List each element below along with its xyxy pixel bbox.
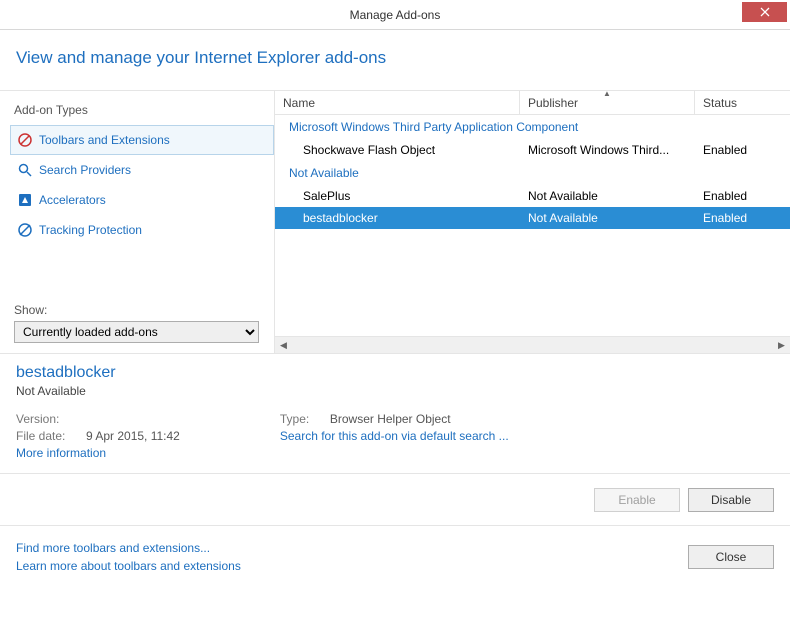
header-banner: View and manage your Internet Explorer a…: [0, 30, 790, 91]
list-body: Microsoft Windows Third Party Applicatio…: [275, 115, 790, 336]
details-name: bestadblocker: [16, 364, 774, 382]
details-left-col: Version: File date:9 Apr 2015, 11:42 Mor…: [16, 412, 180, 460]
filedate-label: File date:: [16, 429, 86, 443]
search-addon-link[interactable]: Search for this add-on via default searc…: [280, 429, 509, 443]
sidebar: Add-on Types Toolbars and Extensions Sea…: [0, 91, 275, 353]
accelerator-icon: [17, 192, 33, 208]
close-button[interactable]: Close: [688, 545, 774, 569]
type-value: Browser Helper Object: [330, 412, 451, 426]
type-label: Type:: [280, 412, 330, 426]
list-item[interactable]: bestadblocker Not Available Enabled: [275, 207, 790, 229]
details-panel: bestadblocker Not Available Version: Fil…: [0, 353, 790, 473]
details-right-col: Type:Browser Helper Object Search for th…: [280, 412, 509, 460]
footer: Find more toolbars and extensions... Lea…: [0, 525, 790, 587]
show-dropdown[interactable]: Currently loaded add-ons: [14, 321, 259, 343]
sort-up-icon: ▲: [603, 89, 611, 98]
sidebar-item-tracking[interactable]: Tracking Protection: [10, 215, 274, 245]
sidebar-item-search[interactable]: Search Providers: [10, 155, 274, 185]
group-header[interactable]: Not Available: [275, 161, 790, 185]
column-publisher[interactable]: Publisher ▲: [520, 91, 695, 114]
addon-list: Name Publisher ▲ Status Microsoft Window…: [275, 91, 790, 353]
list-item[interactable]: Shockwave Flash Object Microsoft Windows…: [275, 139, 790, 161]
scroll-left-icon[interactable]: ◀: [275, 337, 292, 354]
sidebar-item-toolbars[interactable]: Toolbars and Extensions: [10, 125, 274, 155]
sidebar-title: Add-on Types: [10, 99, 274, 125]
sidebar-item-label: Tracking Protection: [39, 223, 142, 237]
sidebar-item-label: Accelerators: [39, 193, 106, 207]
sidebar-item-label: Search Providers: [39, 163, 131, 177]
titlebar: Manage Add-ons: [0, 0, 790, 30]
details-publisher: Not Available: [16, 384, 774, 398]
find-more-link[interactable]: Find more toolbars and extensions...: [16, 541, 241, 555]
list-header: Name Publisher ▲ Status: [275, 91, 790, 115]
scroll-right-icon[interactable]: ▶: [773, 337, 790, 354]
horizontal-scrollbar[interactable]: ◀ ▶: [275, 336, 790, 353]
group-header[interactable]: Microsoft Windows Third Party Applicatio…: [275, 115, 790, 139]
sidebar-item-accelerators[interactable]: Accelerators: [10, 185, 274, 215]
learn-more-link[interactable]: Learn more about toolbars and extensions: [16, 559, 241, 573]
list-item[interactable]: SalePlus Not Available Enabled: [275, 185, 790, 207]
search-icon: [17, 162, 33, 178]
tracking-protection-icon: [17, 222, 33, 238]
sidebar-item-label: Toolbars and Extensions: [39, 133, 170, 147]
window-title: Manage Add-ons: [0, 8, 790, 22]
toolbars-icon: [17, 132, 33, 148]
column-name[interactable]: Name: [275, 91, 520, 114]
disable-button[interactable]: Disable: [688, 488, 774, 512]
column-status[interactable]: Status: [695, 91, 790, 114]
filedate-value: 9 Apr 2015, 11:42: [86, 429, 180, 443]
more-information-link[interactable]: More information: [16, 446, 180, 460]
enable-button[interactable]: Enable: [594, 488, 680, 512]
main-area: Add-on Types Toolbars and Extensions Sea…: [0, 91, 790, 353]
action-bar: Enable Disable: [0, 473, 790, 525]
close-icon: [760, 7, 770, 17]
version-label: Version:: [16, 412, 86, 426]
page-heading: View and manage your Internet Explorer a…: [16, 48, 774, 68]
close-window-button[interactable]: [742, 2, 787, 22]
show-label: Show:: [10, 299, 274, 319]
